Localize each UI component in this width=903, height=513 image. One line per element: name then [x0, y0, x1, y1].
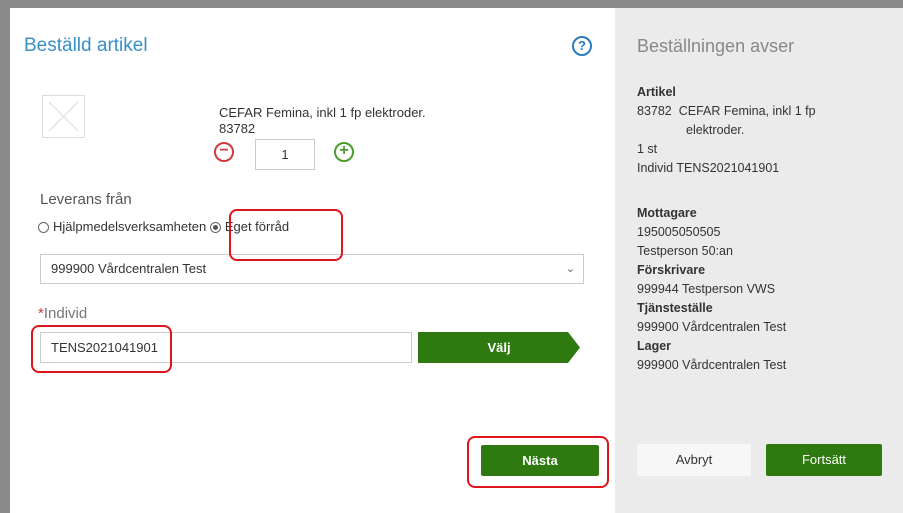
tjanstestalle-heading: Tjänsteställe [637, 301, 713, 315]
highlight-next-button [467, 436, 609, 488]
help-icon[interactable]: ? [572, 36, 592, 56]
mottagare-name: Testperson 50:an [637, 244, 733, 258]
mottagare-id: 195005050505 [637, 225, 721, 239]
article-image-placeholder-icon [42, 95, 85, 138]
cancel-button[interactable]: Avbryt [637, 444, 751, 476]
highlight-individ-value [31, 325, 172, 373]
individ-label: *Individ [38, 305, 87, 322]
individ-label-text: Individ [43, 305, 88, 322]
ordered-article-panel: Beställd artikel ? CEFAR Femina, inkl 1 … [10, 8, 615, 513]
artikel-individ: Individ TENS2021041901 [637, 161, 780, 175]
mottagare-heading: Mottagare [637, 206, 697, 220]
highlight-eget-forrad [229, 209, 343, 261]
article-number: 83782 [219, 121, 256, 136]
tjanstestalle-value: 999900 Vårdcentralen Test [637, 320, 787, 334]
artikel-name-line1: CEFAR Femina, inkl 1 fp [678, 104, 816, 118]
radio-selected-icon[interactable] [209, 222, 221, 233]
location-select-value: 999900 Vårdcentralen Test [51, 261, 207, 276]
order-dialog: Beställd artikel ? CEFAR Femina, inkl 1 … [10, 8, 903, 513]
article-name: CEFAR Femina, inkl 1 fp elektroder. [219, 105, 426, 120]
artikel-heading: Artikel [637, 85, 676, 99]
artikel-quantity: 1 st [637, 142, 658, 156]
artikel-number: 83782 [637, 104, 672, 118]
summary-article-section: Artikel 83782 CEFAR Femina, inkl 1 fp el… [637, 83, 816, 178]
radio-hjalpmedel-label[interactable]: Hjälpmedelsverksamheten [53, 219, 206, 234]
radio-circle-icon[interactable] [38, 222, 49, 233]
radio-hjalpmedel[interactable]: Hjälpmedelsverksamheten [38, 219, 210, 234]
lager-heading: Lager [637, 339, 672, 353]
chevron-down-icon: ⌄ [565, 263, 575, 275]
summary-recipient-section: Mottagare 195005050505 Testperson 50:an … [637, 204, 786, 375]
summary-title: Beställningen avser [637, 36, 795, 56]
increase-quantity-icon[interactable]: + [334, 142, 354, 162]
panel-title: Beställd artikel [24, 35, 148, 56]
forskrivare-value: 999944 Testperson VWS [637, 282, 776, 296]
order-summary-panel: Beställningen avser Artikel 83782 CEFAR … [615, 8, 903, 513]
choose-individ-button[interactable]: Välj [418, 332, 580, 363]
quantity-input[interactable]: 1 [255, 139, 315, 170]
forskrivare-heading: Förskrivare [637, 263, 706, 277]
artikel-name-line2: elektroder. [686, 123, 745, 137]
decrease-quantity-icon[interactable]: − [214, 142, 234, 162]
continue-button[interactable]: Fortsätt [766, 444, 882, 476]
delivery-from-label: Leverans från [40, 191, 132, 208]
lager-value: 999900 Vårdcentralen Test [637, 358, 787, 372]
